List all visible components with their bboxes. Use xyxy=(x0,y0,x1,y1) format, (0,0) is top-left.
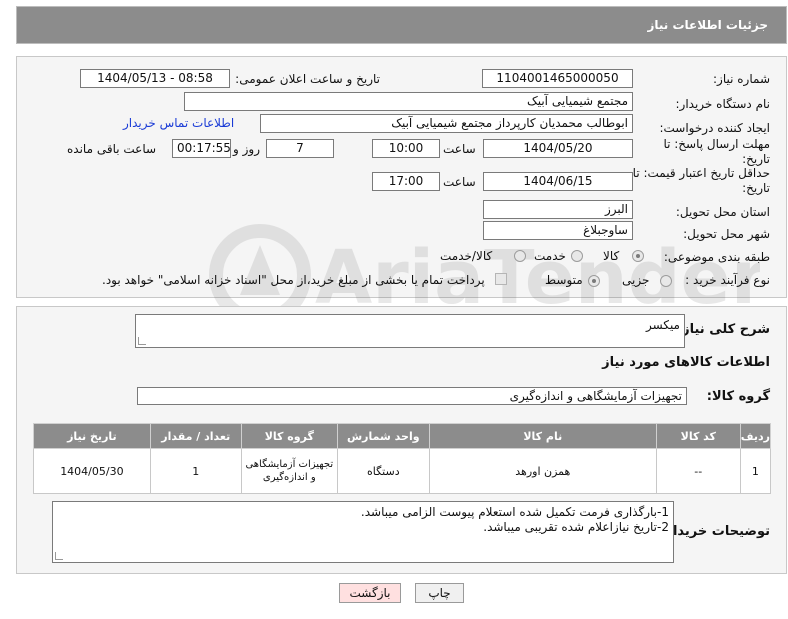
buyer-notes-line-2: 2-تاریخ نیازاعلام شده تقریبی میباشد. xyxy=(483,520,669,534)
page-title: جزئیات اطلاعات نیاز xyxy=(647,18,768,32)
validity-date-field: 1404/06/15 xyxy=(483,172,633,191)
buyer-notes-field[interactable]: 1-بارگذاری فرمت تکمیل شده استعلام پیوست … xyxy=(52,501,674,563)
col-need-date: تاریخ نیاز xyxy=(33,423,151,449)
deadline-time-label: ساعت xyxy=(443,142,476,156)
category-label: طبقه بندی موضوعی: xyxy=(663,250,770,264)
cell-goods-name: همزن اورهد xyxy=(428,448,657,494)
cell-quantity: 1 xyxy=(149,448,242,494)
category-service-radio[interactable] xyxy=(571,250,583,262)
cell-need-date: 1404/05/30 xyxy=(33,448,151,494)
col-goods-code: کد کالا xyxy=(655,423,741,449)
province-field: البرز xyxy=(483,200,633,219)
col-quantity: تعداد / مقدار xyxy=(149,423,242,449)
days-label: روز و xyxy=(233,142,260,156)
need-number-field: 1104001465000050 xyxy=(482,69,633,88)
category-both-radio[interactable] xyxy=(514,250,526,262)
page-title-bar: جزئیات اطلاعات نیاز xyxy=(16,6,787,44)
creator-field: ابوطالب محمدیان کارپرداز مجتمع شیمیایی آ… xyxy=(260,114,633,133)
process-minor-label: جزیی xyxy=(622,273,650,287)
cell-unit: دستگاه xyxy=(336,448,430,494)
need-description-field[interactable]: میکسر xyxy=(135,314,685,348)
resize-grip-icon[interactable] xyxy=(55,552,63,560)
creator-label: ایجاد کننده درخواست: xyxy=(659,121,770,135)
remaining-time-label: ساعت باقی مانده xyxy=(67,142,157,156)
days-remaining-field: 7 xyxy=(266,139,334,158)
announce-datetime-field: 1404/05/13 - 08:58 xyxy=(80,69,230,88)
back-button[interactable]: بازگشت xyxy=(339,583,401,603)
goods-group-label: گروه کالا: xyxy=(706,389,770,404)
buyer-org-field: مجتمع شیمیایی آبیک xyxy=(184,92,633,111)
table-row: 1 -- همزن اورهد دستگاه تجهیزات آزمایشگاه… xyxy=(33,448,772,494)
remaining-time-field: 00:17:55 xyxy=(172,139,231,158)
category-service-label: خدمت xyxy=(534,249,566,263)
col-goods-name: نام کالا xyxy=(428,423,657,449)
buyer-notes-line-1: 1-بارگذاری فرمت تکمیل شده استعلام پیوست … xyxy=(360,505,669,519)
announce-datetime-label: تاریخ و ساعت اعلان عمومی: xyxy=(235,72,380,86)
resize-grip-icon[interactable] xyxy=(138,337,146,345)
col-unit: واحد شمارش xyxy=(336,423,430,449)
goods-info-title: اطلاعات کالاهای مورد نیاز xyxy=(602,355,770,370)
cell-goods-group: تجهیزات آزمایشگاهی و اندازه‌گیری xyxy=(240,448,338,494)
deadline-date-field: 1404/05/20 xyxy=(483,139,633,158)
col-goods-group: گروه کالا xyxy=(240,423,338,449)
treasury-payment-note: پرداخت تمام یا بخشی از مبلغ خرید،از محل … xyxy=(102,273,485,287)
process-type-label: نوع فرآیند خرید : xyxy=(685,273,770,287)
category-goods-radio[interactable] xyxy=(632,250,644,262)
buyer-notes-label: توضیحات خریدار: xyxy=(660,524,770,539)
need-description-label: شرح کلی نیاز: xyxy=(676,322,770,337)
process-medium-label: متوسط xyxy=(545,273,583,287)
buyer-contact-link[interactable]: اطلاعات تماس خریدار xyxy=(123,116,234,130)
category-goods-label: کالا xyxy=(603,249,620,263)
deadline-time-field: 10:00 xyxy=(372,139,440,158)
goods-table: ردیف کد کالا نام کالا واحد شمارش گروه کا… xyxy=(33,423,772,494)
cell-goods-code: -- xyxy=(655,448,741,494)
process-minor-radio[interactable] xyxy=(660,275,672,287)
price-validity-label: حداقل تاریخ اعتبار قیمت: تا تاریخ: xyxy=(632,166,770,195)
deadline-label: مهلت ارسال پاسخ: تا تاریخ: xyxy=(663,137,770,166)
category-both-label: کالا/خدمت xyxy=(440,249,493,263)
treasury-payment-checkbox[interactable] xyxy=(495,273,507,285)
process-medium-radio[interactable] xyxy=(588,275,600,287)
province-label: استان محل تحویل: xyxy=(675,205,770,219)
validity-time-label: ساعت xyxy=(443,175,476,189)
need-number-label: شماره نیاز: xyxy=(713,72,770,86)
col-row-number: ردیف xyxy=(739,423,772,449)
validity-time-field: 17:00 xyxy=(372,172,440,191)
goods-table-header: ردیف کد کالا نام کالا واحد شمارش گروه کا… xyxy=(33,423,772,449)
cell-row-number: 1 xyxy=(739,448,772,494)
goods-group-field: تجهیزات آزمایشگاهی و اندازه‌گیری xyxy=(137,387,687,405)
print-button[interactable]: چاپ xyxy=(415,583,464,603)
buyer-org-label: نام دستگاه خریدار: xyxy=(675,97,771,111)
city-label: شهر محل تحویل: xyxy=(683,227,770,241)
need-description-text: میکسر xyxy=(645,318,680,332)
city-field: ساوجبلاغ xyxy=(483,221,633,240)
